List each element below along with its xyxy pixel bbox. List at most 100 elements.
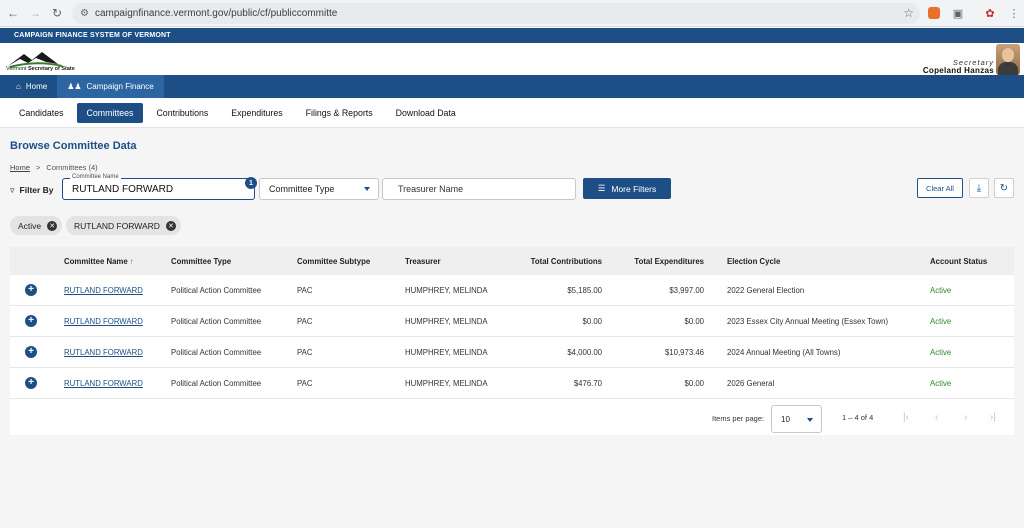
committee-name-label: Committee Name	[70, 174, 121, 180]
sub-nav: Candidates Committees Contributions Expe…	[0, 98, 1024, 128]
reload-icon[interactable]: ↻	[46, 2, 68, 24]
expand-row-icon[interactable]: +	[25, 284, 37, 296]
logo-text-vermont: Vermont	[6, 66, 29, 72]
status-cell: Active	[930, 348, 952, 357]
secretary-signature: Secretary Copeland Hanzas	[923, 59, 994, 75]
home-icon: ⌂	[16, 82, 21, 91]
election-cycle-cell: 2022 General Election	[727, 286, 805, 295]
extension-icon[interactable]	[928, 7, 940, 19]
tab-download-data[interactable]: Download Data	[386, 103, 466, 123]
committee-name-input[interactable]: Committee Name RUTLAND FORWARD	[62, 174, 255, 200]
brand-row: Vermont Secretary of State Secretary Cop…	[0, 43, 1024, 75]
committee-subtype-cell: PAC	[297, 348, 313, 357]
committee-type-select[interactable]: Committee Type	[259, 178, 379, 200]
nav-home[interactable]: ⌂ Home	[0, 75, 57, 98]
secretary-photo	[996, 44, 1020, 75]
col-total-contributions[interactable]: Total Contributions	[531, 257, 602, 266]
more-filters-button[interactable]: ☰ More Filters	[583, 178, 671, 199]
tab-contributions[interactable]: Contributions	[146, 103, 218, 123]
committee-subtype-cell: PAC	[297, 379, 313, 388]
forward-icon[interactable]: →	[24, 2, 46, 24]
table-row: + RUTLAND FORWARD Political Action Commi…	[10, 368, 1014, 399]
breadcrumb-current: Committees (4)	[46, 163, 98, 172]
refresh-icon[interactable]: ↻	[994, 178, 1014, 198]
expand-row-icon[interactable]: +	[25, 346, 37, 358]
clear-all-button[interactable]: Clear All	[917, 178, 963, 198]
committee-name-link[interactable]: RUTLAND FORWARD	[64, 348, 143, 357]
table-header: Committee Name ↑ Committee Type Committe…	[10, 247, 1014, 275]
treasurer-name-placeholder: Treasurer Name	[398, 184, 464, 194]
col-committee-subtype[interactable]: Committee Subtype	[297, 257, 370, 266]
contributions-cell: $4,000.00	[567, 348, 602, 357]
sliders-icon: ☰	[597, 183, 606, 193]
chip-remove-icon[interactable]: ✕	[47, 220, 58, 231]
committee-type-cell: Political Action Committee	[171, 379, 262, 388]
previous-page-icon[interactable]: ‹	[935, 412, 938, 423]
status-cell: Active	[930, 286, 952, 295]
committee-name-link[interactable]: RUTLAND FORWARD	[64, 286, 143, 295]
filter-by-toggle[interactable]: ▿ Filter By	[10, 180, 54, 200]
expenditures-cell: $0.00	[684, 317, 704, 326]
contributions-cell: $5,185.00	[567, 286, 602, 295]
committee-name-value: RUTLAND FORWARD	[72, 183, 174, 195]
filter-funnel-icon: ▿	[10, 184, 15, 195]
system-title-bar: CAMPAIGN FINANCE SYSTEM OF VERMONT	[0, 28, 1024, 43]
nav-campaign-finance[interactable]: ♟♟ Campaign Finance	[57, 75, 164, 98]
bookmark-star-icon[interactable]: ☆	[903, 6, 914, 20]
filter-by-label: Filter By	[19, 185, 54, 195]
system-title: CAMPAIGN FINANCE SYSTEM OF VERMONT	[14, 32, 171, 39]
extensions-puzzle-icon[interactable]: ▣	[950, 5, 966, 21]
chip-remove-icon[interactable]: ✕	[165, 220, 176, 231]
filter-count-badge: 1	[245, 177, 257, 189]
download-icon[interactable]: ⤓	[969, 178, 989, 198]
pagination-range: 1 – 4 of 4	[842, 413, 874, 422]
col-treasurer[interactable]: Treasurer	[405, 257, 441, 266]
tab-committees[interactable]: Committees	[76, 102, 144, 123]
nav-home-label: Home	[25, 82, 48, 91]
nav-campaign-finance-label: Campaign Finance	[86, 82, 154, 91]
url-text: campaignfinance.vermont.gov/public/cf/pu…	[94, 8, 338, 19]
treasurer-cell: HUMPHREY, MELINDA	[405, 379, 488, 388]
tab-expenditures[interactable]: Expenditures	[221, 103, 292, 123]
expand-row-icon[interactable]: +	[25, 315, 37, 327]
election-cycle-cell: 2024 Annual Meeting (All Towns)	[727, 348, 841, 357]
treasurer-name-input[interactable]: Treasurer Name	[382, 178, 576, 200]
back-icon[interactable]: ←	[2, 2, 24, 24]
tab-candidates[interactable]: Candidates	[9, 103, 74, 123]
chevron-down-icon	[364, 187, 370, 191]
col-total-expenditures[interactable]: Total Expenditures	[634, 257, 704, 266]
profile-icon[interactable]: ✿	[982, 5, 998, 21]
more-filters-label: More Filters	[611, 183, 657, 194]
address-bar[interactable]: ⚙ campaignfinance.vermont.gov/public/cf/…	[72, 3, 920, 24]
col-committee-type[interactable]: Committee Type	[171, 257, 231, 266]
expenditures-cell: $10,973.46	[664, 348, 704, 357]
last-page-icon[interactable]: ›|	[990, 412, 996, 423]
items-per-page-select[interactable]: 10	[771, 405, 822, 433]
committee-type-label: Committee Type	[269, 184, 335, 194]
status-cell: Active	[930, 379, 952, 388]
expenditures-cell: $3,997.00	[669, 286, 704, 295]
tab-filings-reports[interactable]: Filings & Reports	[296, 103, 383, 123]
col-committee-name[interactable]: Committee Name ↑	[64, 257, 134, 266]
col-election-cycle[interactable]: Election Cycle	[727, 257, 780, 266]
chip-active: Active ✕	[10, 216, 63, 235]
next-page-icon[interactable]: ›	[964, 412, 967, 423]
browser-toolbar: ← → ↻ ⚙ campaignfinance.vermont.gov/publ…	[0, 0, 1024, 27]
committees-table: Committee Name ↑ Committee Type Committe…	[10, 247, 1014, 435]
first-page-icon[interactable]: |‹	[903, 412, 909, 423]
treasurer-cell: HUMPHREY, MELINDA	[405, 286, 488, 295]
expand-row-icon[interactable]: +	[25, 377, 37, 389]
chip-committee-name: RUTLAND FORWARD ✕	[66, 216, 181, 235]
site-info-icon[interactable]: ⚙	[80, 8, 89, 19]
committee-name-link[interactable]: RUTLAND FORWARD	[64, 379, 143, 388]
menu-dots-icon[interactable]: ⋮	[1006, 5, 1022, 21]
committee-name-link[interactable]: RUTLAND FORWARD	[64, 317, 143, 326]
breadcrumb-home[interactable]: Home	[10, 163, 30, 172]
people-icon: ♟♟	[67, 82, 82, 91]
committee-type-cell: Political Action Committee	[171, 348, 262, 357]
secretary-name: Copeland Hanzas	[922, 66, 994, 75]
pagination: Items per page: 10 1 – 4 of 4 |‹ ‹ › ›|	[10, 401, 1014, 435]
items-per-page-value: 10	[781, 414, 790, 424]
col-account-status[interactable]: Account Status	[930, 257, 987, 266]
table-row: + RUTLAND FORWARD Political Action Commi…	[10, 337, 1014, 368]
